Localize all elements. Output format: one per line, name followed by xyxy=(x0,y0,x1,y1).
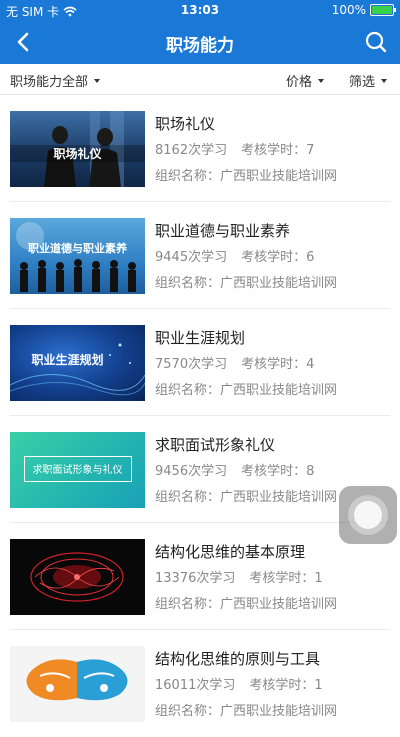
learner-count: 9445次学习 xyxy=(155,250,228,265)
organization-name: 组织名称：广西职业技能培训网 xyxy=(155,597,338,612)
course-title: 求职面试形象礼仪 xyxy=(155,436,276,454)
thumbnail-caption: 职业生涯规划 xyxy=(31,353,104,367)
course-title: 职业生涯规划 xyxy=(155,329,246,347)
thumbnail-caption: 求职面试形象与礼仪 xyxy=(32,465,123,476)
course-thumbnail: 职业道德与职业素养 xyxy=(10,218,145,294)
category-dropdown[interactable]: 职场能力全部 xyxy=(10,71,101,90)
battery-icon xyxy=(370,4,396,16)
organization-name: 组织名称：广西职业技能培训网 xyxy=(155,704,338,719)
course-thumbnail xyxy=(10,646,145,722)
course-title: 职业道德与职业素养 xyxy=(155,222,291,240)
organization-name: 组织名称：广西职业技能培训网 xyxy=(155,276,338,291)
course-thumbnail xyxy=(10,539,145,615)
course-thumbnail: 职场礼仪 xyxy=(10,111,145,187)
credit-hours: 考核学时：7 xyxy=(241,143,315,158)
assistive-touch-button[interactable] xyxy=(339,486,397,544)
course-item[interactable]: 职业道德与职业素养 职业道德与职业素养 9445次学习 考核学时：6 组织名称：广… xyxy=(0,202,400,309)
course-list: 职场礼仪 职场礼仪 8162次学习考核学时：7 组织名称：广西职业技能培训网 xyxy=(0,95,400,737)
filter-bar: 职场能力全部 价格 筛选 xyxy=(0,64,400,95)
course-item[interactable]: 职业生涯规划 职业生涯规划 7570次学习 考核学时：4 组织名称：广西职业技能培… xyxy=(0,309,400,416)
credit-hours: 考核学时：1 xyxy=(249,678,323,693)
nav-bar: 职场能力 xyxy=(0,20,400,64)
course-thumbnail: 求职面试形象与礼仪 xyxy=(10,432,145,508)
course-title: 职场礼仪 xyxy=(155,115,216,133)
battery-status: 100% xyxy=(331,3,396,17)
thumbnail-caption: 职场礼仪 xyxy=(10,145,145,162)
search-icon[interactable] xyxy=(362,28,390,56)
thumbnail-caption: 职业道德与职业素养 xyxy=(28,242,127,255)
course-item[interactable]: 结构化思维的原则与工具 16011次学习 考核学时：1 组织名称：广西职业技能培训… xyxy=(0,630,400,737)
price-label: 价格 xyxy=(286,75,313,90)
caret-down-icon xyxy=(318,78,325,83)
learner-count: 13376次学习 xyxy=(155,571,236,586)
organization-name: 组织名称：广西职业技能培训网 xyxy=(155,383,338,398)
course-item[interactable]: 结构化思维的基本原理 13376次学习 考核学时：1 组织名称：广西职业技能培训网 xyxy=(0,523,400,630)
course-item[interactable]: 职场礼仪 职场礼仪 8162次学习 考核学时：7 组织名称：广西职业技能培训网 xyxy=(0,95,400,202)
course-thumbnail: 职业生涯规划 xyxy=(10,325,145,401)
learner-count: 16011次学习 xyxy=(155,678,236,693)
battery-percent: 100% xyxy=(331,3,366,17)
caret-down-icon xyxy=(94,78,101,83)
price-sort[interactable]: 价格 xyxy=(286,71,325,90)
category-label: 职场能力全部 xyxy=(10,75,89,90)
page-title: 职场能力 xyxy=(166,36,234,56)
credit-hours: 考核学时：6 xyxy=(241,250,315,265)
credit-hours: 考核学时：1 xyxy=(249,571,323,586)
organization-name: 组织名称：广西职业技能培训网 xyxy=(155,169,338,184)
credit-hours: 考核学时：8 xyxy=(241,464,315,479)
course-title: 结构化思维的基本原理 xyxy=(155,543,306,561)
status-bar: 无 SIM 卡 13:03 100% xyxy=(0,0,400,20)
credit-hours: 考核学时：4 xyxy=(241,357,315,372)
learner-count: 8162次学习 xyxy=(155,143,228,158)
filter-label: 筛选 xyxy=(349,75,376,90)
learner-count: 9456次学习 xyxy=(155,464,228,479)
caret-down-icon xyxy=(381,78,388,83)
course-title: 结构化思维的原则与工具 xyxy=(155,650,321,668)
learner-count: 7570次学习 xyxy=(155,357,228,372)
filter-dropdown[interactable]: 筛选 xyxy=(349,71,388,90)
